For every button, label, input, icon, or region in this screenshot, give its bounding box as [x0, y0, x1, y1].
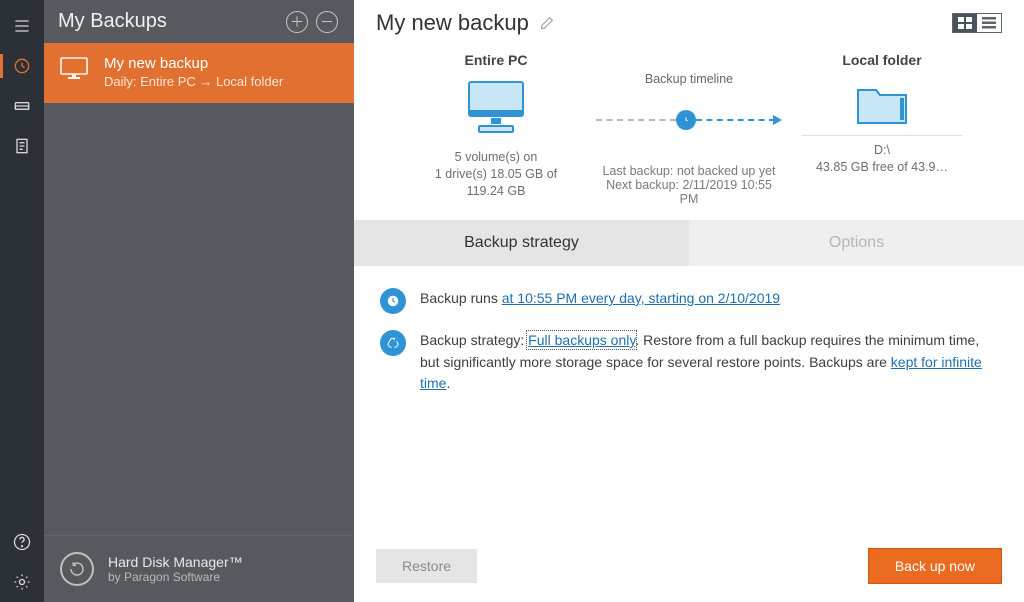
product-name: Hard Disk Manager™ — [108, 554, 243, 570]
source-line2: 1 drive(s) 18.05 GB of — [416, 166, 576, 183]
backup-item-title: My new backup — [104, 55, 283, 72]
sidebar: My Backups ＋ － My new backup Daily: Enti… — [44, 0, 354, 602]
help-icon[interactable] — [0, 522, 44, 562]
sidebar-header: My Backups ＋ － — [44, 0, 354, 43]
sidebar-footer: Hard Disk Manager™ by Paragon Software — [44, 535, 354, 602]
schedule-row: Backup runs at 10:55 PM every day, start… — [380, 288, 998, 314]
schedule-prefix: Backup runs — [420, 290, 502, 306]
last-backup-text: Last backup: not backed up yet — [596, 164, 782, 178]
backup-item-subtitle: Daily: Entire PC → Local folder — [104, 74, 283, 89]
source-column[interactable]: Entire PC 5 volume(s) on 1 drive(s) 18.0… — [416, 52, 576, 200]
target-column[interactable]: Local folder D:\ 43.85 GB free of 43.9… — [802, 52, 962, 179]
source-line1: 5 volume(s) on — [416, 149, 576, 166]
settings-icon[interactable] — [0, 562, 44, 602]
icon-rail — [0, 0, 44, 602]
menu-icon[interactable] — [0, 6, 44, 46]
backup-overview: Entire PC 5 volume(s) on 1 drive(s) 18.0… — [376, 36, 1002, 220]
strategy-suffix: . — [446, 375, 450, 391]
backup-list-item[interactable]: My new backup Daily: Entire PC → Local f… — [44, 43, 354, 103]
target-heading: Local folder — [802, 52, 962, 68]
product-logo-icon — [60, 552, 94, 586]
arrow-icon — [773, 115, 782, 125]
view-cards-button[interactable] — [953, 14, 977, 32]
strategy-body: Backup runs at 10:55 PM every day, start… — [354, 266, 1024, 536]
timeline-graphic[interactable] — [596, 110, 782, 130]
strategy-row: Backup strategy: Full backups only. Rest… — [380, 330, 998, 395]
strategy-prefix: Backup strategy: — [420, 332, 528, 348]
product-vendor: by Paragon Software — [108, 570, 243, 584]
history-icon[interactable] — [0, 46, 44, 86]
page-title-text: My new backup — [376, 10, 529, 36]
target-path: D:\ — [802, 142, 962, 159]
tab-backup-strategy[interactable]: Backup strategy — [354, 220, 689, 266]
strategy-type-link[interactable]: Full backups only — [528, 332, 635, 348]
next-backup-text: Next backup: 2/11/2019 10:55 PM — [596, 178, 782, 206]
target-free: 43.85 GB free of 43.9… — [802, 159, 962, 176]
remove-backup-button[interactable]: － — [316, 11, 338, 33]
tab-options[interactable]: Options — [689, 220, 1024, 266]
monitor-icon — [416, 78, 576, 141]
add-backup-button[interactable]: ＋ — [286, 11, 308, 33]
action-bar: Restore Back up now — [354, 536, 1024, 602]
sidebar-title: My Backups — [58, 10, 167, 33]
rename-icon[interactable] — [539, 15, 555, 31]
pc-icon — [58, 55, 90, 88]
view-list-button[interactable] — [977, 14, 1001, 32]
timeline-label: Backup timeline — [596, 72, 782, 86]
backup-now-button[interactable]: Back up now — [868, 548, 1002, 584]
disk-icon[interactable] — [0, 86, 44, 126]
timeline-column: Backup timeline Last backup: not backed … — [596, 52, 782, 206]
source-line3: 119.24 GB — [416, 183, 576, 200]
folder-icon — [802, 78, 962, 131]
clock-icon — [676, 110, 696, 130]
page-title: My new backup — [376, 10, 555, 36]
tabs: Backup strategy Options — [354, 220, 1024, 266]
main-panel: My new backup Entire PC 5 volume(s) on — [354, 0, 1024, 602]
clock-badge-icon — [380, 288, 406, 314]
schedule-link[interactable]: at 10:55 PM every day, starting on 2/10/… — [502, 290, 780, 306]
view-toggle — [952, 13, 1002, 33]
recycle-badge-icon — [380, 330, 406, 356]
restore-button[interactable]: Restore — [376, 549, 477, 583]
notes-icon[interactable] — [0, 126, 44, 166]
source-heading: Entire PC — [416, 52, 576, 68]
